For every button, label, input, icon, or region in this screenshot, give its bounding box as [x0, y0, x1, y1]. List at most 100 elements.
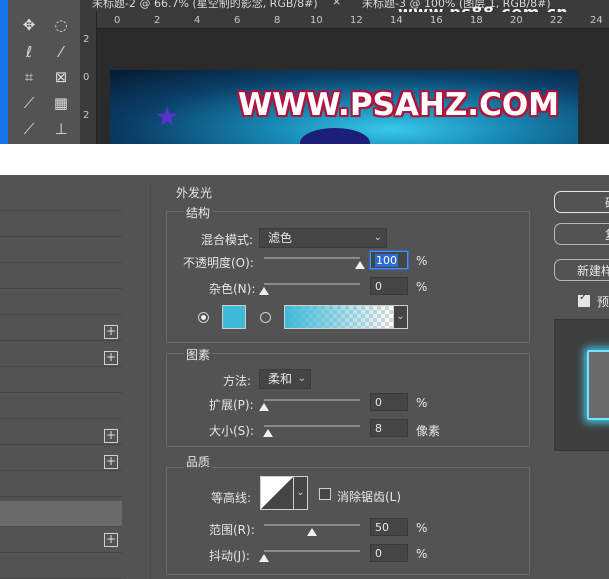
ruler-tick: 0: [83, 72, 90, 83]
style-list-row[interactable]: [0, 289, 122, 315]
brush-icon[interactable]: ⟋: [18, 118, 40, 140]
chevron-down-icon[interactable]: ⌄: [294, 476, 308, 510]
opacity-label: 不透明度(O):: [183, 256, 254, 270]
style-list-row[interactable]: [0, 367, 122, 393]
style-list-row[interactable]: [0, 237, 122, 263]
add-style-icon[interactable]: +: [104, 533, 118, 547]
noise-input[interactable]: 0: [370, 277, 408, 295]
ruler-tick: 6: [234, 15, 241, 26]
size-input[interactable]: 8: [370, 419, 408, 437]
style-list-row[interactable]: [0, 393, 122, 419]
spread-input[interactable]: 0: [370, 393, 408, 411]
antialias-checkbox[interactable]: [319, 488, 331, 500]
preview-label: 预: [597, 295, 609, 309]
spread-slider[interactable]: [264, 399, 360, 401]
size-unit: 像素: [416, 424, 441, 438]
glow-color-swatch[interactable]: [222, 305, 246, 329]
jitter-thumb[interactable]: [259, 554, 269, 562]
style-list-row-selected[interactable]: [0, 501, 122, 527]
add-style-icon[interactable]: +: [104, 325, 118, 339]
opacity-slider[interactable]: [264, 257, 360, 259]
add-style-icon[interactable]: +: [104, 455, 118, 469]
healing-icon[interactable]: ▦: [50, 92, 72, 114]
horizontal-ruler: 0 2 4 6 8 10 12 14 16 18 20 22 24: [96, 12, 609, 29]
method-label: 方法:: [223, 374, 252, 388]
size-slider[interactable]: [264, 425, 360, 427]
divider-gap: [0, 144, 609, 175]
solid-color-radio[interactable]: [198, 312, 209, 323]
preview-glow-sample: [587, 350, 609, 420]
magic-wand-icon[interactable]: ⁄: [50, 41, 72, 63]
style-list-row[interactable]: [0, 211, 122, 237]
chevron-down-icon: ⌄: [297, 373, 306, 384]
structure-title: 结构: [184, 204, 213, 221]
noise-thumb[interactable]: [259, 287, 269, 295]
ruler-tick: 20: [510, 15, 523, 26]
style-list-row[interactable]: [0, 185, 122, 211]
opacity-thumb[interactable]: [355, 261, 365, 269]
frame-icon[interactable]: ⊠: [50, 66, 72, 88]
layer-style-dialog: + + + + + 外发光 结构 混合模式: 滤色 ⌄ 不透明度(O): 100…: [0, 175, 609, 579]
app-edge: [0, 0, 8, 144]
size-label: 大小(S):: [209, 424, 255, 438]
range-label: 范围(R):: [209, 523, 255, 537]
style-list: + + + + +: [0, 185, 122, 579]
chevron-down-icon: ⌄: [373, 232, 382, 243]
ruler-tick: 12: [350, 15, 363, 26]
eyedropper-icon[interactable]: ⟋: [18, 92, 40, 114]
marquee-icon[interactable]: ◌: [50, 14, 72, 36]
photoshop-workspace: ✥ ◌ ℓ ⁄ ⌗ ⊠ ⟋ ▦ ⟋ ⊥ 未标题-2 @ 66.7% (星空制的影…: [0, 0, 609, 144]
canvas-image: WWW.PSAHZ.COM: [110, 70, 578, 144]
opacity-unit: %: [416, 254, 428, 268]
spread-thumb[interactable]: [259, 403, 269, 411]
chevron-down-icon[interactable]: ⌄: [394, 305, 408, 329]
ruler-tick: 14: [390, 15, 403, 26]
blend-mode-label: 混合模式:: [201, 233, 254, 247]
jitter-slider[interactable]: [264, 550, 360, 552]
style-preview: [554, 319, 609, 451]
tools-panel: ✥ ◌ ℓ ⁄ ⌗ ⊠ ⟋ ▦ ⟋ ⊥: [8, 0, 80, 144]
jitter-unit: %: [416, 547, 428, 561]
crop-icon[interactable]: ⌗: [18, 66, 40, 88]
gradient-swatch[interactable]: [284, 305, 394, 329]
spread-label: 扩展(P):: [209, 398, 254, 412]
doc-tab-close[interactable]: ×: [332, 0, 341, 8]
contour-curve-icon: [261, 477, 293, 509]
splash-shape: [300, 128, 370, 144]
style-list-row[interactable]: [0, 553, 122, 579]
style-list-row[interactable]: [0, 471, 122, 497]
ok-button[interactable]: 确: [554, 191, 609, 213]
gradient-radio[interactable]: [260, 312, 271, 323]
ruler-tick: 4: [194, 15, 201, 26]
lasso-icon[interactable]: ℓ: [18, 41, 40, 63]
move-icon[interactable]: ✥: [18, 14, 40, 36]
contour-label: 等高线:: [211, 491, 252, 505]
method-select[interactable]: 柔和 ⌄: [259, 369, 311, 389]
blend-mode-value: 滤色: [268, 231, 293, 245]
range-unit: %: [416, 521, 428, 535]
check-icon: ✓: [579, 292, 588, 303]
jitter-input[interactable]: 0: [370, 544, 408, 562]
ruler-tick: 18: [470, 15, 483, 26]
cancel-button[interactable]: 复: [554, 223, 609, 245]
antialias-label: 消除锯齿(L): [337, 490, 402, 504]
range-slider[interactable]: [264, 524, 360, 526]
ruler-tick: 22: [550, 15, 563, 26]
ruler-tick: 10: [310, 15, 323, 26]
contour-thumbnail[interactable]: [260, 476, 294, 510]
size-thumb[interactable]: [262, 429, 273, 437]
range-thumb[interactable]: [307, 528, 317, 536]
doc-tab-1[interactable]: 未标题-2 @ 66.7% (星空制的影念, RGB/8#): [92, 0, 318, 11]
noise-label: 杂色(N):: [209, 282, 256, 296]
range-input[interactable]: 50: [370, 518, 408, 536]
stamp-icon[interactable]: ⊥: [50, 118, 72, 140]
star-shape: [156, 106, 178, 127]
new-style-button[interactable]: 新建样: [554, 259, 609, 281]
add-style-icon[interactable]: +: [104, 351, 118, 365]
style-list-row[interactable]: [0, 263, 122, 289]
add-style-icon[interactable]: +: [104, 429, 118, 443]
blend-mode-select[interactable]: 滤色 ⌄: [259, 228, 387, 248]
opacity-input[interactable]: 100: [370, 251, 408, 269]
noise-slider[interactable]: [264, 283, 360, 285]
opacity-value: 100: [375, 254, 398, 267]
